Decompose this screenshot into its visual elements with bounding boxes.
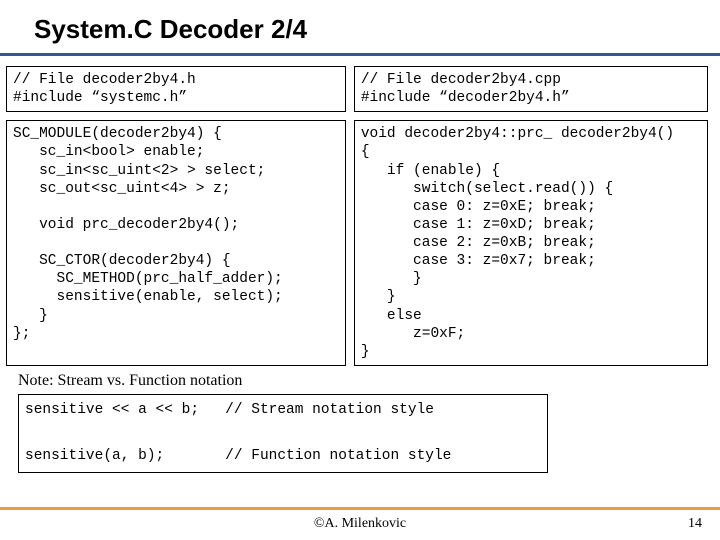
footer-author: ©A. Milenkovic bbox=[0, 516, 720, 532]
title-underline bbox=[0, 53, 720, 56]
code-row-top: // File decoder2by4.h #include “systemc.… bbox=[0, 66, 720, 112]
slide-title: System.C Decoder 2/4 bbox=[0, 0, 720, 53]
code-header-left: // File decoder2by4.h #include “systemc.… bbox=[6, 66, 346, 112]
footer-page-number: 14 bbox=[688, 516, 702, 532]
code-module-left: SC_MODULE(decoder2by4) { sc_in<bool> ena… bbox=[6, 120, 346, 366]
note-text: Note: Stream vs. Function notation bbox=[0, 366, 720, 394]
footer-divider bbox=[0, 507, 720, 510]
code-impl-right: void decoder2by4::prc_ decoder2by4() { i… bbox=[354, 120, 708, 366]
code-header-right: // File decoder2by4.cpp #include “decode… bbox=[354, 66, 708, 112]
code-row-main: SC_MODULE(decoder2by4) { sc_in<bool> ena… bbox=[0, 120, 720, 366]
code-notation-box: sensitive << a << b; // Stream notation … bbox=[18, 394, 548, 474]
